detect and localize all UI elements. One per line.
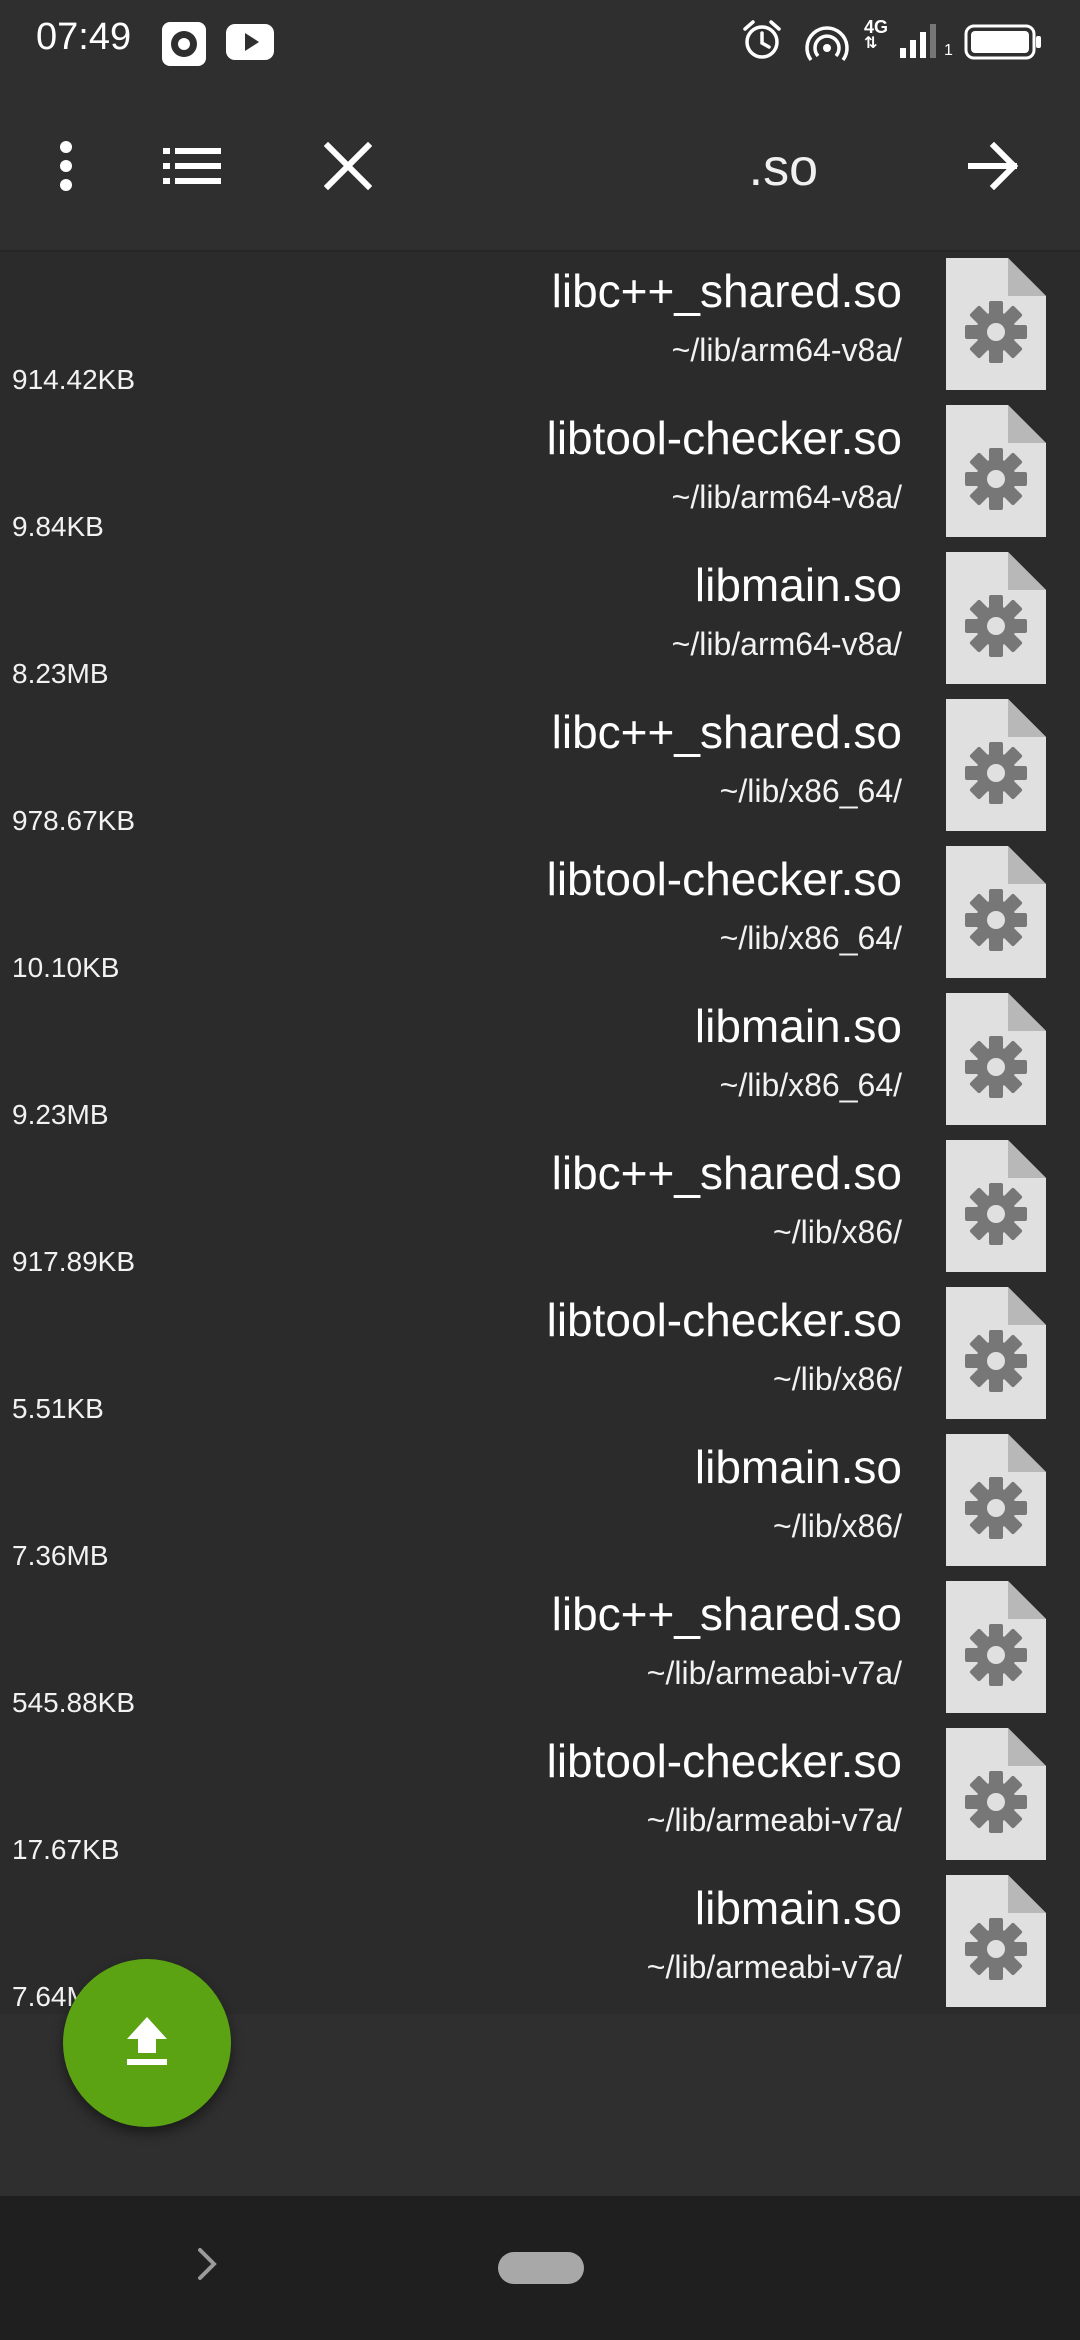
- system-navigation-bar: [0, 2196, 1080, 2340]
- file-row[interactable]: libtool-checker.so ~/lib/armeabi-v7a/ 17…: [0, 1722, 1080, 1869]
- settings-file-icon: [946, 1728, 1046, 1860]
- settings-file-icon: [946, 1581, 1046, 1713]
- signal-icon: [898, 22, 942, 63]
- file-path: ~/lib/x86/: [773, 1361, 902, 1397]
- file-name: libtool-checker.so: [546, 1735, 902, 1787]
- search-query-title[interactable]: .so: [749, 138, 818, 198]
- list-view-button[interactable]: [142, 118, 242, 218]
- file-path: ~/lib/armeabi-v7a/: [646, 1655, 902, 1691]
- settings-file-icon: [946, 1287, 1046, 1419]
- close-icon: [323, 141, 373, 195]
- file-name: libmain.so: [694, 1441, 902, 1493]
- file-size: 917.89KB: [12, 1246, 135, 1277]
- network-type: 4G ⇅: [864, 17, 889, 52]
- status-bar: 07:49 4G ⇅ 1: [0, 0, 1080, 84]
- settings-file-icon: [946, 1434, 1046, 1566]
- file-name: libmain.so: [694, 1882, 902, 1934]
- file-path: ~/lib/x86_64/: [719, 920, 902, 956]
- arrow-forward-icon: [967, 141, 1020, 195]
- file-path: ~/lib/x86_64/: [719, 773, 902, 809]
- file-path: ~/lib/arm64-v8a/: [671, 626, 902, 662]
- file-size: 545.88KB: [12, 1687, 135, 1718]
- battery-icon: [964, 24, 1044, 65]
- more-options-button[interactable]: [16, 118, 116, 218]
- file-row[interactable]: libc++_shared.so ~/lib/armeabi-v7a/ 545.…: [0, 1575, 1080, 1722]
- file-name: libmain.so: [694, 559, 902, 611]
- settings-file-icon: [946, 405, 1046, 537]
- file-path: ~/lib/arm64-v8a/: [671, 332, 902, 368]
- search-results-list: libc++_shared.so ~/lib/arm64-v8a/ 914.42…: [0, 252, 1080, 2014]
- back-chevron-icon[interactable]: [192, 2240, 224, 2293]
- hotspot-icon: [804, 20, 850, 67]
- file-size: 17.67KB: [12, 1834, 120, 1865]
- file-name: libc++_shared.so: [551, 1588, 902, 1640]
- file-path: ~/lib/x86_64/: [719, 1067, 902, 1103]
- file-size: 5.51KB: [12, 1393, 104, 1424]
- record-icon: [160, 20, 208, 73]
- file-row[interactable]: libmain.so ~/lib/x86_64/ 9.23MB: [0, 987, 1080, 1134]
- file-size: 9.23MB: [12, 1099, 109, 1130]
- settings-file-icon: [946, 699, 1046, 831]
- settings-file-icon: [946, 1875, 1046, 2007]
- file-size: 914.42KB: [12, 364, 135, 395]
- file-size: 7.36MB: [12, 1540, 109, 1571]
- settings-file-icon: [946, 993, 1046, 1125]
- file-size: 8.23MB: [12, 658, 109, 689]
- file-path: ~/lib/x86/: [773, 1508, 902, 1544]
- file-row[interactable]: libtool-checker.so ~/lib/x86_64/ 10.10KB: [0, 840, 1080, 987]
- file-name: libtool-checker.so: [546, 853, 902, 905]
- file-row[interactable]: libtool-checker.so ~/lib/arm64-v8a/ 9.84…: [0, 399, 1080, 546]
- file-row[interactable]: libmain.so ~/lib/x86/ 7.36MB: [0, 1428, 1080, 1575]
- close-button[interactable]: [298, 118, 398, 218]
- file-row[interactable]: libc++_shared.so ~/lib/x86_64/ 978.67KB: [0, 693, 1080, 840]
- more-vert-icon: [56, 140, 76, 197]
- file-path: ~/lib/x86/: [773, 1214, 902, 1250]
- file-row[interactable]: libmain.so ~/lib/arm64-v8a/ 8.23MB: [0, 546, 1080, 693]
- go-forward-button[interactable]: [944, 118, 1044, 218]
- file-size: 9.84KB: [12, 511, 104, 542]
- file-row[interactable]: libc++_shared.so ~/lib/x86/ 917.89KB: [0, 1134, 1080, 1281]
- file-size: 10.10KB: [12, 952, 120, 983]
- file-name: libmain.so: [694, 1000, 902, 1052]
- sim-slot: 1: [944, 42, 953, 59]
- file-name: libc++_shared.so: [551, 265, 902, 317]
- upload-fab-button[interactable]: [63, 1959, 231, 2127]
- home-pill-button[interactable]: [498, 2252, 584, 2284]
- file-row[interactable]: libtool-checker.so ~/lib/x86/ 5.51KB: [0, 1281, 1080, 1428]
- file-row[interactable]: libc++_shared.so ~/lib/arm64-v8a/ 914.42…: [0, 252, 1080, 399]
- file-name: libc++_shared.so: [551, 1147, 902, 1199]
- status-time: 07:49: [36, 16, 132, 58]
- settings-file-icon: [946, 258, 1046, 390]
- file-path: ~/lib/armeabi-v7a/: [646, 1802, 902, 1838]
- settings-file-icon: [946, 846, 1046, 978]
- file-path: ~/lib/armeabi-v7a/: [646, 1949, 902, 1985]
- youtube-icon: [226, 24, 274, 65]
- settings-file-icon: [946, 1140, 1046, 1272]
- file-name: libc++_shared.so: [551, 706, 902, 758]
- file-path: ~/lib/arm64-v8a/: [671, 479, 902, 515]
- file-size: 978.67KB: [12, 805, 135, 836]
- alarm-icon: [740, 18, 784, 67]
- file-name: libtool-checker.so: [546, 412, 902, 464]
- file-name: libtool-checker.so: [546, 1294, 902, 1346]
- list-view-icon: [163, 146, 221, 191]
- upload-icon: [123, 2015, 171, 2072]
- toolbar: .so: [0, 84, 1080, 252]
- settings-file-icon: [946, 552, 1046, 684]
